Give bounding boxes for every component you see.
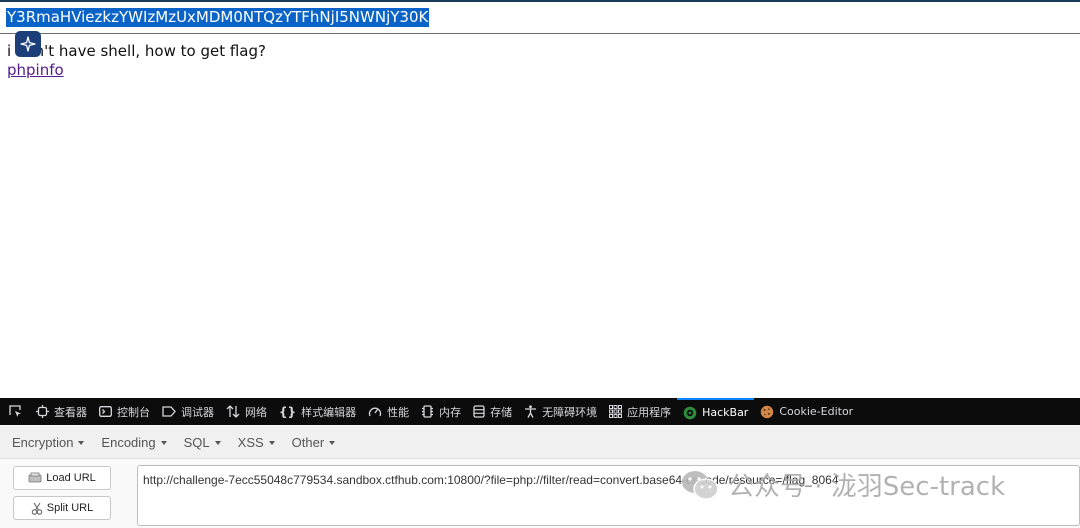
chevron-down-icon: [329, 440, 336, 445]
accessibility-icon: [524, 405, 537, 418]
application-icon: [609, 405, 623, 418]
element-picker-icon: [8, 405, 21, 417]
tab-label: 存储: [490, 405, 513, 419]
tab-style-editor[interactable]: {} 样式编辑器: [273, 398, 362, 425]
page-message: i don't have shell, how to get flag?: [7, 42, 266, 60]
menu-encoding[interactable]: Encoding: [101, 434, 167, 450]
split-url-button[interactable]: Split URL: [13, 496, 111, 520]
style-editor-icon: {}: [279, 404, 297, 419]
load-url-button[interactable]: Load URL: [13, 466, 111, 490]
split-url-label: Split URL: [46, 502, 94, 514]
cookie-icon: [760, 405, 774, 419]
tab-performance[interactable]: 性能: [362, 398, 415, 425]
menu-encryption[interactable]: Encryption: [12, 434, 85, 450]
load-url-label: Load URL: [46, 472, 96, 484]
tab-label: HackBar: [702, 406, 749, 419]
devtools-toolbar: 查看器 控制台 调试器 网络 {} 样式编辑器 性能 内存 存储 无障碍环境 应…: [0, 398, 1080, 425]
menu-label: Other: [291, 434, 325, 450]
watermark: 公众号 · 泷羽Sec-track: [680, 466, 1005, 503]
tab-label: 查看器: [54, 405, 87, 419]
tab-label: 样式编辑器: [301, 405, 357, 419]
tab-label: 性能: [387, 405, 410, 419]
console-icon: [99, 405, 112, 418]
devtools-panel: 查看器 控制台 调试器 网络 {} 样式编辑器 性能 内存 存储 无障碍环境 应…: [0, 398, 1080, 528]
menu-sql[interactable]: SQL: [184, 435, 221, 450]
load-url-icon: [28, 472, 42, 484]
menu-label: XSS: [237, 434, 264, 450]
menu-label: Encryption: [12, 434, 74, 450]
memory-icon: [421, 405, 434, 418]
tab-label: 调试器: [181, 405, 214, 419]
tab-cookie-editor[interactable]: Cookie-Editor: [754, 398, 859, 425]
menu-label: Encoding: [101, 434, 156, 450]
tab-label: 应用程序: [627, 405, 672, 419]
ai-assistant-button[interactable]: [15, 31, 41, 57]
tab-label: Cookie-Editor: [779, 405, 854, 418]
tab-network[interactable]: 网络: [220, 398, 273, 425]
inspector-icon: [36, 405, 49, 418]
tab-storage[interactable]: 存储: [467, 398, 518, 425]
storage-icon: [473, 405, 485, 418]
menu-label: SQL: [183, 434, 210, 450]
chevron-down-icon: [160, 440, 167, 445]
phpinfo-link[interactable]: phpinfo: [7, 61, 64, 79]
wechat-icon: [680, 468, 720, 502]
tab-label: 内存: [439, 405, 462, 419]
tab-hackbar[interactable]: HackBar: [677, 398, 755, 425]
sparkle-icon: [20, 36, 36, 52]
tab-label: 网络: [245, 405, 267, 419]
hackbar-icon: [683, 406, 697, 420]
element-picker-button[interactable]: [0, 398, 30, 425]
chevron-down-icon: [78, 440, 85, 445]
tab-label: 无障碍环境: [542, 405, 598, 419]
performance-icon: [368, 405, 382, 418]
tab-accessibility[interactable]: 无障碍环境: [518, 398, 603, 425]
tab-console[interactable]: 控制台: [93, 398, 156, 425]
menu-other[interactable]: Other: [292, 435, 336, 450]
window-top-border: [0, 0, 1080, 2]
horizontal-rule: [0, 33, 1080, 34]
tab-application[interactable]: 应用程序: [603, 398, 677, 425]
tab-inspector[interactable]: 查看器: [30, 398, 93, 425]
hackbar-menubar: Encryption Encoding SQL XSS Other: [0, 426, 1080, 459]
tab-memory[interactable]: 内存: [415, 398, 467, 425]
scissors-icon: [31, 502, 43, 515]
network-icon: [226, 405, 240, 418]
tab-debugger[interactable]: 调试器: [156, 398, 220, 425]
chevron-down-icon: [214, 440, 221, 445]
debugger-icon: [162, 405, 176, 418]
tab-label: 控制台: [117, 405, 150, 419]
selected-encoded-text[interactable]: Y3RmaHViezkzYWIzMzUxMDM0NTQzYTFhNjI5NWNj…: [6, 8, 430, 27]
watermark-text: 公众号 · 泷羽Sec-track: [728, 472, 1006, 502]
menu-xss[interactable]: XSS: [238, 435, 275, 450]
chevron-down-icon: [268, 440, 275, 445]
